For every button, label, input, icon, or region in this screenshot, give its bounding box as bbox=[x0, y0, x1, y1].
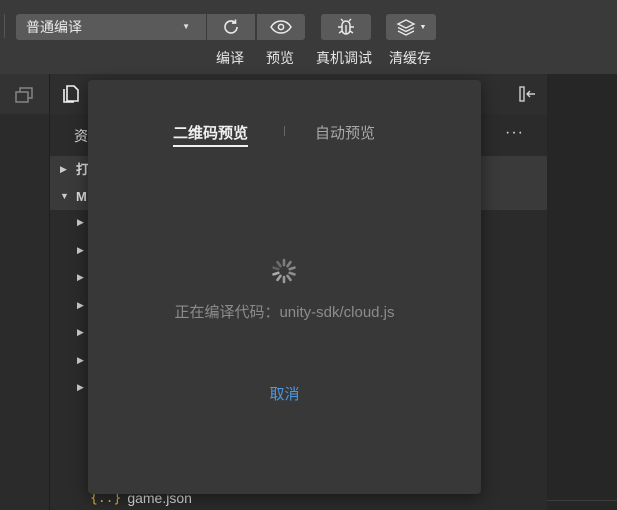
preview-label: 预览 bbox=[266, 50, 294, 66]
clear-cache-label: 清缓存 bbox=[389, 50, 431, 66]
editor-area bbox=[547, 74, 617, 510]
tab-qrcode-preview[interactable]: 二维码预览 bbox=[173, 122, 249, 147]
preview-modal: 二维码预览 自动预览 正在编译代码：unity-sdk/cloud.js 取消 bbox=[88, 80, 481, 494]
activity-bar bbox=[0, 74, 50, 510]
refresh-icon bbox=[224, 19, 238, 34]
chevron-right-icon[interactable]: ▶ bbox=[77, 300, 84, 311]
chevron-right-icon[interactable]: ▶ bbox=[77, 217, 84, 228]
device-debug-button[interactable] bbox=[321, 14, 371, 40]
chevron-down-icon: ▼ bbox=[182, 22, 190, 31]
tab-underline bbox=[173, 145, 249, 147]
collapse-panel-icon[interactable] bbox=[518, 84, 538, 104]
compile-button[interactable] bbox=[207, 14, 255, 40]
eye-icon bbox=[270, 20, 292, 34]
chevron-right-icon[interactable]: ▶ bbox=[77, 382, 84, 393]
loading-spinner-icon bbox=[272, 258, 296, 284]
chevron-right-icon[interactable]: ▶ bbox=[77, 245, 84, 256]
compile-label: 编译 bbox=[216, 50, 244, 66]
toolbar-divider bbox=[4, 14, 5, 38]
compile-mode-select[interactable]: 普通编译 ▼ bbox=[16, 14, 206, 40]
compile-status-text: 正在编译代码：unity-sdk/cloud.js bbox=[174, 304, 395, 321]
compile-mode-value: 普通编译 bbox=[26, 19, 82, 35]
preview-button[interactable] bbox=[257, 14, 305, 40]
chevron-right-icon[interactable]: ▶ bbox=[77, 355, 84, 366]
explorer-tab-resources[interactable]: 资 bbox=[74, 126, 88, 146]
chevron-down-icon: ▼ bbox=[60, 191, 69, 201]
files-icon[interactable] bbox=[60, 83, 80, 105]
chevron-down-icon: ▼ bbox=[419, 23, 427, 31]
tab-divider bbox=[284, 126, 285, 136]
clear-cache-button[interactable]: ▼ bbox=[386, 14, 436, 40]
tree-row-label: M bbox=[76, 189, 87, 204]
device-debug-label: 真机调试 bbox=[316, 50, 372, 66]
layers-icon bbox=[395, 19, 416, 36]
chevron-right-icon[interactable]: ▶ bbox=[77, 272, 84, 283]
chevron-right-icon[interactable]: ▶ bbox=[77, 327, 84, 338]
tab-label: 二维码预览 bbox=[173, 125, 249, 142]
windows-icon bbox=[15, 87, 33, 103]
tab-auto-preview[interactable]: 自动预览 bbox=[315, 122, 375, 143]
tab-label: 自动预览 bbox=[315, 125, 376, 142]
cancel-button[interactable]: 取消 bbox=[88, 383, 481, 404]
more-icon[interactable]: ··· bbox=[505, 124, 524, 142]
chevron-right-icon: ▶ bbox=[60, 164, 67, 174]
activity-item-windows[interactable] bbox=[0, 74, 49, 114]
toolbar: 普通编译 ▼ ▼ 编译 预览 真机调试 清缓存 bbox=[0, 0, 617, 74]
bug-icon bbox=[338, 18, 354, 35]
divider bbox=[547, 500, 617, 501]
